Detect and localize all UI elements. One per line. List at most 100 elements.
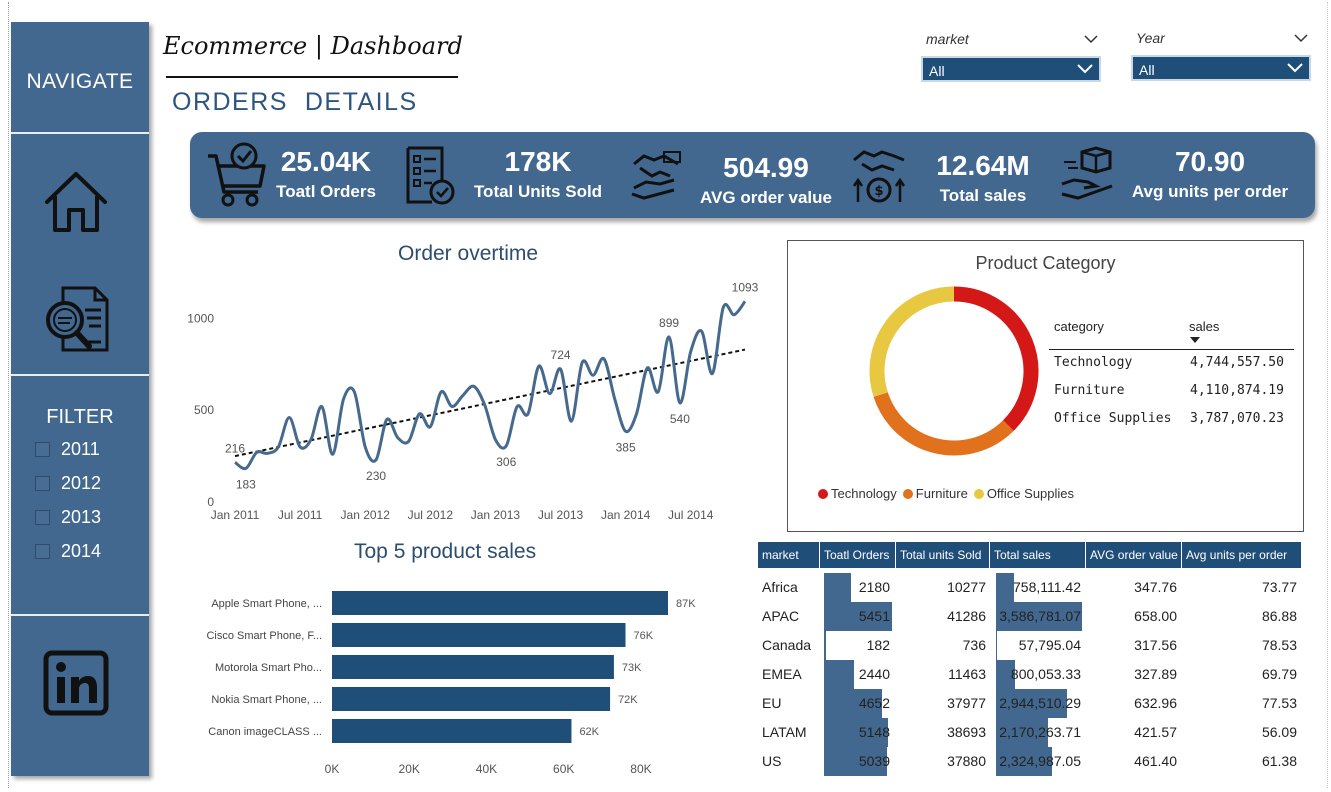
market-table-header: market Toatl Orders Total units Sold Tot… [758, 542, 1301, 568]
kpi-band: 25.04K Toatl Orders 178K Total Units Sol… [190, 132, 1315, 218]
aov-cell: 347.76 [1134, 579, 1177, 595]
table-row[interactable]: Africa 2180 10277 758,111.42 347.76 73.77 [758, 573, 1301, 602]
data-label: 724 [551, 348, 571, 362]
orders-cell: 5451 [858, 608, 890, 624]
market-cell: Africa [762, 579, 798, 595]
linkedin-icon[interactable] [43, 650, 109, 716]
year-filter-2012[interactable]: 2012 [35, 472, 101, 494]
data-label: 899 [659, 316, 679, 330]
col-avg-units[interactable]: Avg units per order [1182, 542, 1301, 568]
category-cell: Technology [1054, 355, 1133, 370]
units-cell: 10277 [947, 579, 986, 595]
table-row[interactable]: EU 4652 37977 2,944,510.29 632.96 77.53 [758, 689, 1301, 718]
product-bar [332, 719, 572, 743]
table-row[interactable]: EMEA 2440 11463 800,053.33 327.89 69.79 [758, 660, 1301, 689]
year-filter-2014[interactable]: 2014 [35, 540, 101, 562]
bar-category-label: Cisco Smart Phone, F... [206, 630, 322, 642]
checkbox[interactable] [35, 509, 50, 525]
sales-cell: 758,111.42 [1013, 579, 1081, 595]
box-hand-icon [1061, 146, 1113, 200]
legend-label: Technology [831, 486, 897, 501]
market-dropdown[interactable]: All [921, 56, 1101, 82]
orders-cell: 182 [866, 637, 890, 653]
legend-item-office-supplies[interactable]: Office Supplies [973, 486, 1074, 501]
col-market[interactable]: market [758, 542, 820, 568]
chevron-down-icon [1077, 64, 1093, 74]
top5-bar-chart: Apple Smart Phone, ... 87K Cisco Smart Pho… [206, 591, 696, 776]
year-label: 2014 [61, 540, 102, 561]
page-title: Ecommerce | Dashboard [163, 32, 463, 60]
upo-cell: 73.77 [1261, 579, 1297, 595]
legend-item-technology[interactable]: Technology [818, 486, 897, 501]
col-total-sales[interactable]: Total sales [990, 542, 1086, 568]
market-cell: APAC [762, 608, 800, 624]
sidebar-divider [11, 614, 149, 616]
year-filter-2013[interactable]: 2013 [35, 506, 101, 528]
kpi-value: 25.04K [280, 146, 372, 177]
x-tick-label: Jan 2011 [211, 508, 260, 522]
svg-text:$: $ [874, 184, 883, 199]
bar-category-label: Nokia Smart Phone, ... [211, 694, 322, 706]
x-tick-label: 0K [325, 762, 340, 776]
table-row[interactable]: APAC 5451 41286 3,586,781.07 658.00 86.88 [758, 602, 1301, 631]
chevron-down-icon[interactable] [1294, 33, 1308, 43]
navigate-heading: NAVIGATE [26, 70, 134, 93]
chevron-down-icon [1287, 63, 1303, 73]
category-cell: Office Supplies [1054, 411, 1172, 426]
col-total-orders[interactable]: Toatl Orders [820, 542, 896, 568]
home-icon[interactable] [41, 166, 111, 236]
x-tick-label: 80K [630, 762, 651, 776]
kpi-value: 178K [504, 146, 572, 177]
kpi-avg-order-value: 504.99 AVG order value [696, 152, 836, 208]
product-bar [332, 623, 626, 647]
market-cell: EMEA [762, 666, 802, 682]
sidebar-divider [11, 374, 149, 376]
checkbox[interactable] [35, 543, 50, 559]
chevron-down-icon[interactable] [1084, 34, 1098, 44]
market-cell: EU [762, 695, 782, 711]
units-cell: 41286 [947, 608, 986, 624]
table-row[interactable]: Canada 182 736 57,795.04 317.56 78.53 [758, 631, 1301, 660]
data-label: 216 [225, 441, 245, 455]
kpi-avg-units-per-order: 70.90 Avg units per order [1130, 146, 1290, 202]
top5-title: Top 5 product sales [354, 540, 537, 563]
aov-cell: 632.96 [1134, 695, 1177, 711]
year-label: 2013 [61, 506, 102, 527]
category-column-header[interactable]: category [1054, 319, 1104, 334]
col-total-units[interactable]: Total units Sold [896, 542, 990, 568]
product-bar [332, 687, 611, 711]
aov-cell: 461.40 [1134, 753, 1177, 769]
sales-column-header[interactable]: sales [1189, 319, 1219, 334]
order-overtime-title: Order overtime [398, 242, 539, 265]
table-row[interactable]: US 5039 37880 2,324,987.05 461.40 61.38 [758, 747, 1301, 776]
col-avg-order-value[interactable]: AVG order value [1086, 542, 1182, 568]
year-dropdown[interactable]: All [1131, 55, 1311, 81]
sidebar-divider [11, 132, 149, 134]
year-filter-2011[interactable]: 2011 [35, 438, 100, 460]
kpi-label: Total sales [939, 186, 1027, 205]
x-tick-label: Jul 2013 [538, 508, 584, 522]
x-tick-label: 20K [399, 762, 420, 776]
sidebar: NAVIGATE FILTER 2011 2012 2013 2014 [11, 22, 149, 776]
handshake-dollar-icon: $ [852, 150, 906, 203]
report-search-icon[interactable] [41, 284, 111, 354]
market-cell: LATAM [762, 724, 807, 740]
legend-label: Furniture [915, 486, 968, 501]
checkbox[interactable] [35, 441, 50, 457]
title-underline [166, 76, 458, 78]
product-bar [332, 655, 614, 679]
kpi-label: Avg units per order [1131, 182, 1289, 201]
legend-item-furniture[interactable]: Furniture [902, 486, 968, 501]
upo-cell: 86.88 [1261, 608, 1297, 624]
order-overtime-chart: 0 500 1000 Jan 2011 Jul 2011 Jan 2012 Jul 2012… [187, 280, 758, 522]
table-row[interactable]: LATAM 5148 38693 2,170,263.71 421.57 56.09 [758, 718, 1301, 747]
x-tick-label: 40K [476, 762, 497, 776]
category-cell: Furniture [1054, 383, 1125, 398]
sales-cell: 57,795.04 [1018, 637, 1081, 653]
market-cell: US [762, 753, 782, 769]
sales-cell: 4,744,557.50 [1190, 355, 1284, 370]
year-dropdown-value: All [1139, 62, 1155, 78]
checkbox[interactable] [35, 475, 50, 491]
upo-cell: 77.53 [1261, 695, 1297, 711]
cart-icon [208, 142, 266, 207]
